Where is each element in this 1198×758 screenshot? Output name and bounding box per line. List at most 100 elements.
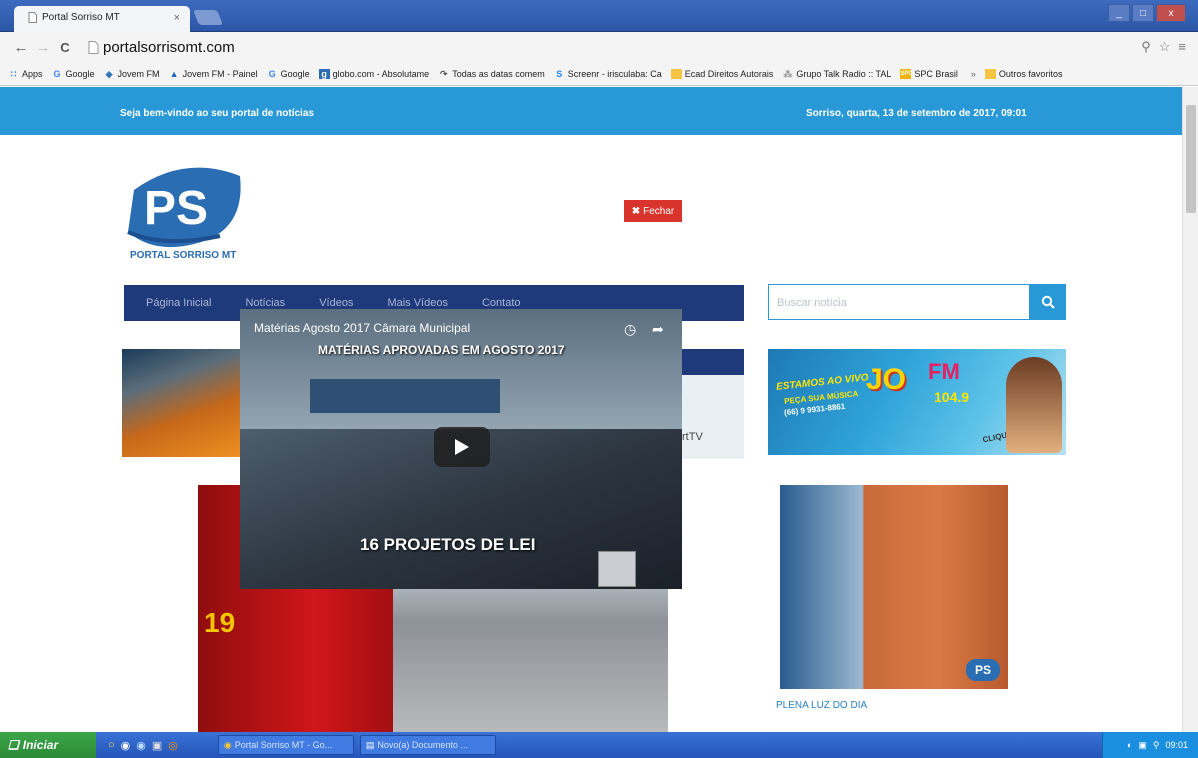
bookmarks-overflow-button[interactable]: » bbox=[971, 69, 976, 79]
site-logo[interactable]: PS PORTAL SORRISO MT bbox=[124, 162, 254, 261]
bookmark-todas-as-datas[interactable]: ↷ Todas as datas comem bbox=[438, 69, 545, 79]
door-photo[interactable]: PS bbox=[780, 485, 1008, 689]
tray-clock[interactable]: 09:01 bbox=[1165, 740, 1188, 750]
spc-icon: SPC bbox=[900, 68, 913, 79]
bookmark-screenr[interactable]: S Screenr - irisculaba: Ca bbox=[554, 69, 662, 79]
forward-button[interactable]: → bbox=[32, 39, 54, 56]
tv-card[interactable]: rtTV bbox=[682, 349, 744, 459]
bookmark-globo[interactable]: g globo.com - Absolutame bbox=[318, 68, 429, 79]
folder-icon bbox=[984, 68, 996, 79]
close-window-button[interactable]: x bbox=[1156, 4, 1186, 22]
logo-name: PORTAL SORRISO MT bbox=[130, 250, 237, 261]
google-icon: G bbox=[268, 68, 276, 79]
tv-card-label: rtTV bbox=[682, 431, 703, 443]
radio-brand: JO bbox=[866, 363, 907, 396]
bookmark-icon: ▲ bbox=[169, 68, 179, 79]
minimize-button[interactable]: _ bbox=[1108, 4, 1130, 22]
taskbar-item-browser[interactable]: ◉ Portal Sorriso MT - Go... bbox=[217, 735, 354, 755]
news-thumbnail[interactable] bbox=[122, 349, 244, 457]
document-icon: ▤ bbox=[365, 739, 375, 750]
radio-photo bbox=[1006, 357, 1062, 453]
watch-later-icon[interactable]: ◷ bbox=[624, 321, 636, 338]
maximize-button[interactable]: □ bbox=[1132, 4, 1154, 22]
close-label: Fechar bbox=[643, 205, 675, 217]
page-icon bbox=[88, 40, 99, 54]
close-icon: ✖ bbox=[631, 205, 641, 217]
windows-logo-icon: ❏ bbox=[8, 738, 19, 752]
bookmark-ecad[interactable]: Ecad Direitos Autorais bbox=[670, 68, 773, 79]
tab-close-icon[interactable]: × bbox=[174, 12, 180, 24]
video-title[interactable]: Matérias Agosto 2017 Câmara Municipal bbox=[254, 321, 470, 335]
search-input[interactable]: Buscar notícia bbox=[768, 284, 1030, 320]
new-tab-button[interactable] bbox=[192, 10, 224, 25]
close-video-button[interactable]: ✖ Fechar bbox=[624, 200, 682, 222]
search-button[interactable] bbox=[1030, 284, 1066, 320]
nav-home[interactable]: Página Inicial bbox=[146, 297, 211, 309]
logo-mark: PS bbox=[127, 167, 241, 248]
tray-icon[interactable]: ⚲ bbox=[1153, 740, 1160, 751]
video-subtitle: 16 PROJETOS DE LEI bbox=[360, 535, 536, 554]
back-button[interactable]: ← bbox=[10, 39, 32, 56]
truck-number: 19 bbox=[204, 607, 236, 638]
quick-launch-icon[interactable]: ◉ bbox=[136, 739, 146, 752]
quick-launch-icon[interactable]: ○ bbox=[108, 739, 115, 752]
quick-launch-icon[interactable]: ◉ bbox=[121, 739, 131, 752]
bookmark-google[interactable]: G Google bbox=[52, 69, 95, 79]
welcome-text: Seja bem-vindo ao seu portal de notícias bbox=[120, 108, 314, 119]
sign-language-inset bbox=[598, 551, 636, 587]
video-desk bbox=[310, 379, 500, 413]
radio-banner[interactable]: ESTAMOS AO VIVO PEÇA SUA MÚSICA (66) 9 9… bbox=[768, 349, 1066, 455]
start-button[interactable]: ❏ Iniciar bbox=[0, 732, 96, 758]
browser-tab[interactable]: Portal Sorriso MT × bbox=[14, 6, 190, 32]
play-icon bbox=[455, 439, 469, 455]
site-top-bar: Seja bem-vindo ao seu portal de notícias… bbox=[0, 87, 1182, 135]
quick-launch-icon[interactable]: ◎ bbox=[168, 739, 178, 752]
browser-window: Portal Sorriso MT × _ □ x ← → C portalso… bbox=[0, 0, 1198, 758]
tray-icon[interactable]: ◐ bbox=[1127, 740, 1132, 750]
taskbar: ❏ Iniciar ○ ◉ ◉ ▣ ◎ ◉ Portal Sorriso MT … bbox=[0, 732, 1198, 758]
bookmark-apps[interactable]: ∷ Apps bbox=[8, 69, 43, 79]
bookmark-jovem-fm[interactable]: ◈ Jovem FM bbox=[104, 69, 160, 79]
quick-launch-icon[interactable]: ▣ bbox=[152, 739, 162, 752]
zoom-icon[interactable]: ⚲ bbox=[1141, 39, 1151, 55]
bookmark-icon: ⁂ bbox=[783, 68, 793, 79]
bookmark-other-favorites[interactable]: Outros favoritos bbox=[984, 68, 1062, 79]
tab-title: Portal Sorriso MT bbox=[42, 12, 120, 23]
bookmarks-bar: ∷ Apps G Google ◈ Jovem FM ▲ Jovem FM - Pain… bbox=[0, 62, 1198, 86]
google-icon: G bbox=[53, 68, 61, 79]
address-url: portalsorrisomt.com bbox=[103, 38, 235, 56]
radio-fm: FM bbox=[928, 359, 960, 384]
page-scrollbar[interactable] bbox=[1182, 87, 1198, 732]
reload-button[interactable]: C bbox=[54, 40, 76, 55]
bookmark-spc-brasil[interactable]: SPC SPC Brasil bbox=[900, 68, 958, 79]
radio-frequency: 104.9 bbox=[934, 389, 970, 405]
door-caption[interactable]: PLENA LUZ DO DIA bbox=[776, 700, 867, 711]
address-bar[interactable]: portalsorrisomt.com bbox=[86, 36, 1141, 58]
share-icon[interactable]: ➦ bbox=[652, 321, 664, 338]
window-controls: _ □ x bbox=[1108, 4, 1186, 22]
menu-icon[interactable]: ≡ bbox=[1178, 39, 1186, 55]
bookmark-icon: ↷ bbox=[439, 68, 448, 79]
globo-icon: g bbox=[318, 68, 330, 79]
scrollbar-thumb[interactable] bbox=[1186, 105, 1196, 213]
nav-videos[interactable]: Vídeos bbox=[319, 297, 353, 309]
bookmark-icon: ◈ bbox=[105, 68, 113, 79]
bookmark-google-2[interactable]: G Google bbox=[267, 69, 310, 79]
video-headline: MATÉRIAS APROVADAS EM AGOSTO 2017 bbox=[318, 343, 565, 357]
bookmark-talk-radio[interactable]: ⁂ Grupo Talk Radio :: TAL bbox=[782, 69, 891, 79]
play-button[interactable] bbox=[434, 427, 490, 467]
nav-more-videos[interactable]: Mais Vídeos bbox=[387, 297, 448, 309]
video-popup: Matérias Agosto 2017 Câmara Municipal MA… bbox=[240, 309, 682, 589]
system-tray: ◐ ▣ ⚲ 09:01 bbox=[1102, 732, 1198, 758]
folder-icon bbox=[670, 68, 682, 79]
search-icon bbox=[1041, 295, 1055, 309]
tab-strip: Portal Sorriso MT × _ □ x bbox=[0, 0, 1198, 32]
nav-contact[interactable]: Contato bbox=[482, 297, 521, 309]
nav-news[interactable]: Notícias bbox=[245, 297, 285, 309]
site-search: Buscar notícia bbox=[768, 284, 1066, 320]
star-icon[interactable]: ☆ bbox=[1159, 39, 1171, 55]
bookmark-jovem-fm-painel[interactable]: ▲ Jovem FM - Painel bbox=[169, 69, 258, 79]
start-label: Iniciar bbox=[22, 738, 59, 752]
tray-icon[interactable]: ▣ bbox=[1138, 740, 1147, 751]
taskbar-item-document[interactable]: ▤ Novo(a) Documento ... bbox=[359, 735, 496, 755]
